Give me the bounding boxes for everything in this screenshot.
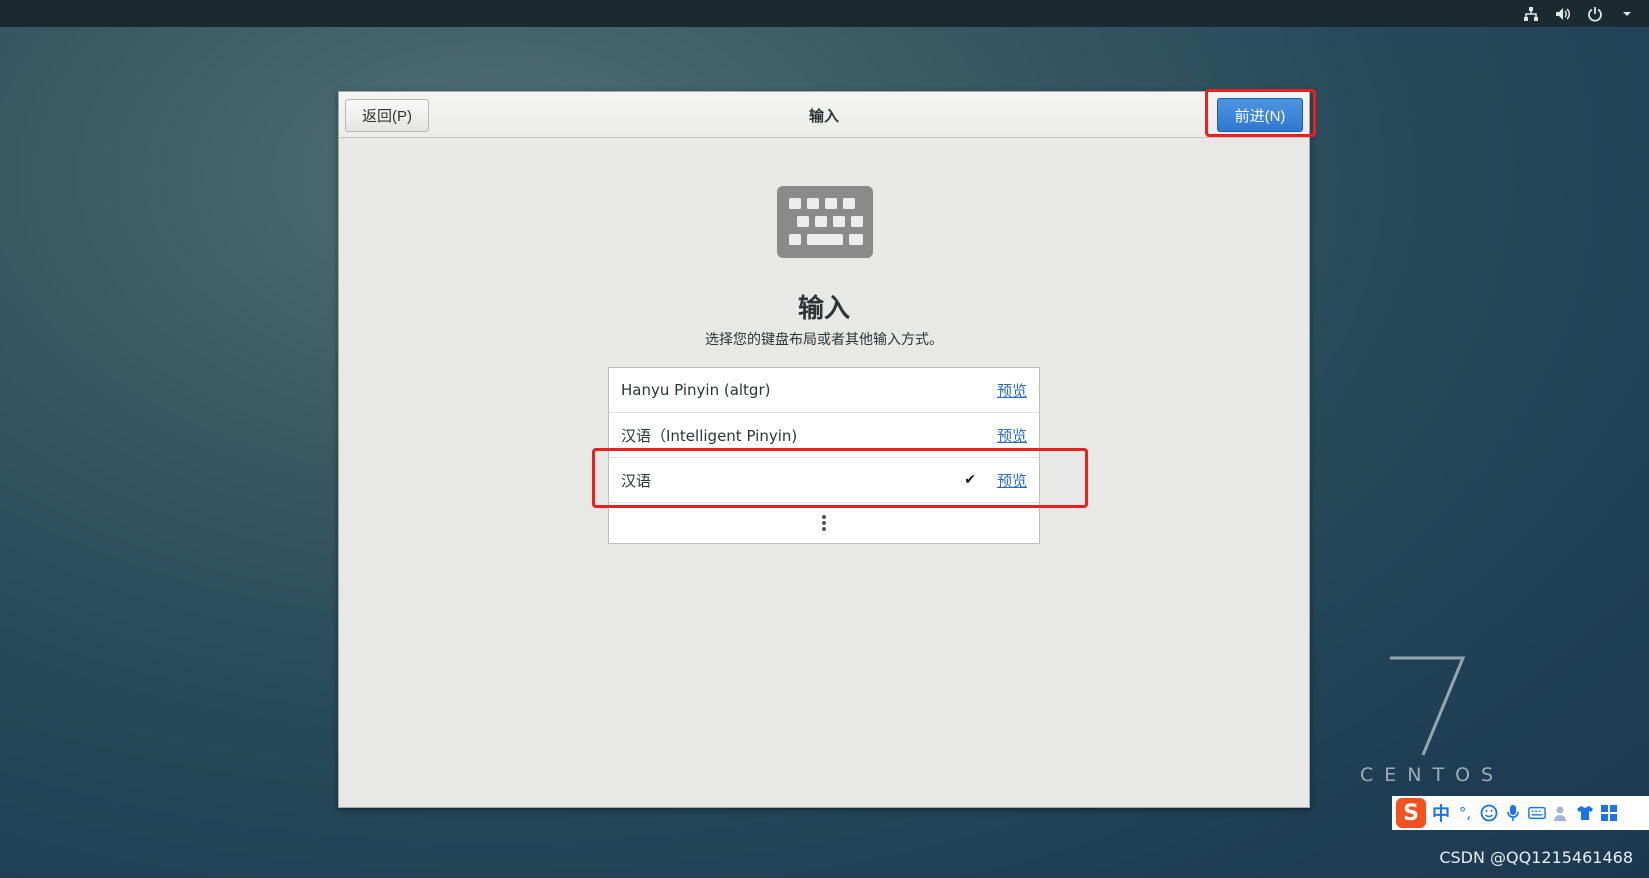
annotation-highlight-selected-row: [592, 448, 1088, 508]
skin-shirt-icon[interactable]: [1576, 804, 1594, 822]
window-title: 输入: [808, 107, 839, 125]
preview-link[interactable]: 预览: [997, 425, 1027, 446]
ime-mode-toggle[interactable]: 中: [1432, 800, 1450, 826]
emoji-icon[interactable]: [1480, 804, 1498, 822]
centos-version-watermark: [1390, 656, 1466, 756]
power-icon[interactable]: [1585, 4, 1605, 24]
punctuation-toggle[interactable]: °,: [1456, 804, 1474, 822]
chevron-down-icon[interactable]: [1617, 4, 1637, 24]
user-settings-icon[interactable]: [1552, 804, 1570, 822]
keyboard-icon: [777, 186, 873, 258]
page-subtitle: 选择您的键盘布局或者其他输入方式。: [705, 332, 943, 348]
soft-keyboard-icon[interactable]: [1528, 804, 1546, 822]
preview-link[interactable]: 预览: [997, 380, 1027, 401]
header-bar: 返回(P) 输入 前进(N): [339, 92, 1309, 138]
more-options-button[interactable]: [609, 503, 1039, 543]
page-title: 输入: [797, 294, 850, 324]
microphone-icon[interactable]: [1504, 804, 1522, 822]
volume-icon[interactable]: [1553, 4, 1573, 24]
input-source-label: 汉语（Intelligent Pinyin): [621, 426, 798, 445]
network-icon[interactable]: [1521, 4, 1541, 24]
vertical-ellipsis-icon: [822, 515, 826, 531]
centos-brand-watermark: CENTOS: [1360, 764, 1505, 786]
watermark-credit: CSDN @QQ1215461468: [1439, 848, 1633, 867]
input-source-label: Hanyu Pinyin (altgr): [621, 381, 771, 399]
top-panel: [0, 0, 1649, 27]
system-tray: [1521, 4, 1637, 24]
annotation-highlight-next: [1205, 89, 1316, 137]
sogou-logo-icon[interactable]: S: [1396, 798, 1426, 828]
ime-toolbar: S 中 °,: [1392, 796, 1649, 830]
toolbox-grid-icon[interactable]: [1600, 804, 1618, 822]
list-item[interactable]: Hanyu Pinyin (altgr) 预览: [609, 368, 1039, 413]
